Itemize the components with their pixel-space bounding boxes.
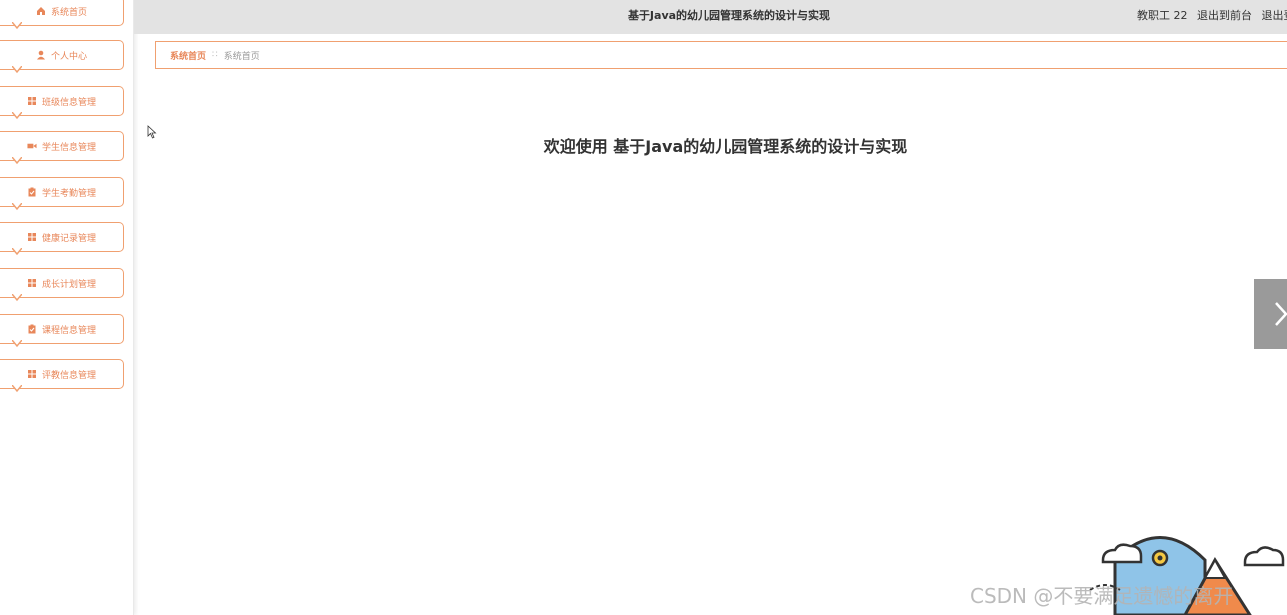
next-slide-button[interactable] xyxy=(1254,279,1287,349)
sidebar-item-label: 评教信息管理 xyxy=(41,370,96,381)
sidebar-item-growth-plans[interactable]: 成长计划管理 xyxy=(0,268,124,302)
grid-icon xyxy=(27,232,37,242)
grid-icon xyxy=(27,278,37,288)
system-title: 基于Java的幼儿园管理系统的设计与实现 xyxy=(627,9,831,22)
csdn-watermark: CSDN @不要满足遗憾的离开 xyxy=(970,584,1234,608)
sidebar-item-label: 健康记录管理 xyxy=(41,233,96,244)
sidebar-item-class-info[interactable]: 班级信息管理 xyxy=(0,86,124,120)
sidebar-item-label: 班级信息管理 xyxy=(41,97,96,108)
current-user: 教职工 22 xyxy=(1137,9,1188,22)
top-right-links: 教职工 22 退出到前台 退出登录 xyxy=(1137,7,1287,23)
mouse-cursor-icon xyxy=(147,125,157,139)
clipboard-icon xyxy=(27,187,37,197)
sidebar-item-courses[interactable]: 课程信息管理 xyxy=(0,314,124,348)
sidebar-item-label: 成长计划管理 xyxy=(41,279,96,290)
breadcrumb-current: 系统首页 xyxy=(223,51,260,62)
grid-icon xyxy=(27,96,37,106)
user-icon xyxy=(36,50,46,60)
chevron-right-icon xyxy=(1275,302,1287,326)
breadcrumb-separator: ∷ xyxy=(212,50,218,60)
grid-icon xyxy=(27,369,37,379)
sidebar: 系统首页 个人中心 班级信息管理 学生信息管理 学生考勤管理 健康记录管理 成长… xyxy=(0,0,134,615)
top-bar: 基于Java的幼儿园管理系统的设计与实现 教职工 22 退出到前台 退出登录 xyxy=(134,0,1287,34)
sidebar-item-profile[interactable]: 个人中心 xyxy=(0,40,124,74)
breadcrumb-root[interactable]: 系统首页 xyxy=(170,49,206,62)
welcome-heading: 欢迎使用 基于Java的幼儿园管理系统的设计与实现 xyxy=(543,137,908,156)
sidebar-item-attendance[interactable]: 学生考勤管理 xyxy=(0,177,124,211)
sidebar-item-label: 学生考勤管理 xyxy=(41,188,96,199)
breadcrumb: 系统首页 ∷ 系统首页 xyxy=(155,41,1287,69)
video-icon xyxy=(27,141,37,151)
sidebar-item-label: 学生信息管理 xyxy=(41,142,96,153)
sidebar-item-student-info[interactable]: 学生信息管理 xyxy=(0,131,124,165)
home-icon xyxy=(36,6,46,16)
sidebar-item-health-records[interactable]: 健康记录管理 xyxy=(0,222,124,256)
clipboard-icon xyxy=(27,324,37,334)
logout-link[interactable]: 退出登录 xyxy=(1262,9,1287,22)
sidebar-item-evaluations[interactable]: 评教信息管理 xyxy=(0,359,124,393)
back-to-front-link[interactable]: 退出到前台 xyxy=(1197,9,1252,22)
sidebar-item-label: 课程信息管理 xyxy=(41,325,96,336)
sidebar-item-label: 系统首页 xyxy=(50,7,87,18)
sidebar-item-label: 个人中心 xyxy=(50,51,87,62)
sidebar-item-home[interactable]: 系统首页 xyxy=(0,0,124,30)
